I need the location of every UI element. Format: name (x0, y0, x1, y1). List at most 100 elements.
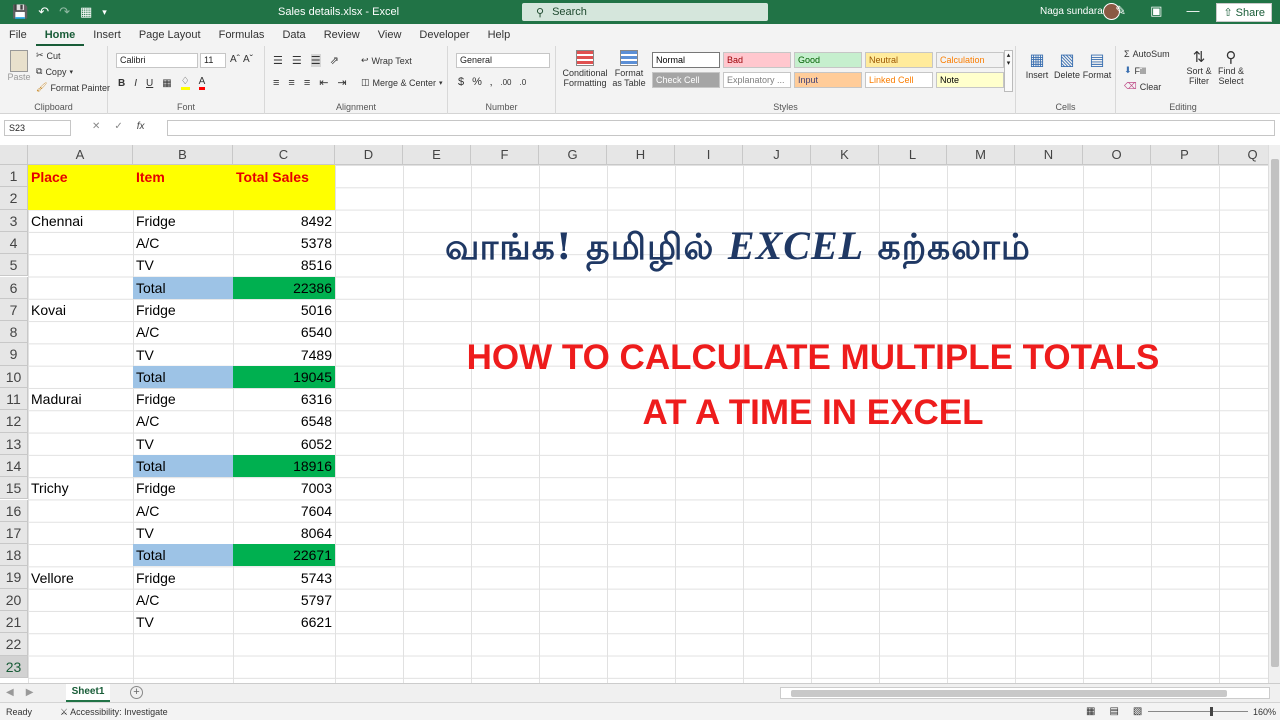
percent-icon[interactable]: % (472, 76, 482, 88)
row-header[interactable]: 17 (0, 521, 28, 545)
vertical-scroll-thumb[interactable] (1271, 159, 1279, 667)
cell-sales[interactable]: 8492 (233, 210, 335, 232)
cell-sales[interactable]: 6316 (233, 388, 335, 410)
increase-font-icon[interactable]: Aˆ (230, 54, 240, 65)
column-header[interactable]: G (539, 145, 607, 165)
zoom-level[interactable]: 160% (1253, 707, 1276, 717)
cell-place[interactable]: Chennai (28, 210, 133, 232)
sort-filter-button[interactable]: ⇅ Sort & Filter (1184, 48, 1214, 86)
cell-item[interactable]: A/C (133, 321, 233, 343)
style-check-cell[interactable]: Check Cell (652, 72, 720, 88)
cell-total-label[interactable]: Total (133, 454, 233, 478)
cell-item[interactable]: Fridge (133, 566, 233, 588)
add-sheet-icon[interactable]: + (130, 686, 143, 699)
decrease-indent-icon[interactable]: ⇤ (319, 76, 328, 89)
insert-function-icon[interactable]: fx (137, 121, 145, 132)
font-size-select[interactable]: 11 (200, 53, 226, 68)
next-sheet-icon[interactable]: ▶ (26, 687, 34, 698)
tab-home[interactable]: Home (35, 29, 85, 46)
enter-icon[interactable]: ✓ (114, 121, 122, 132)
underline-icon[interactable]: U (146, 78, 153, 89)
cell-total-value[interactable]: 18916 (233, 454, 335, 478)
row-header[interactable]: 13 (0, 432, 28, 455)
number-format-select[interactable]: General (456, 53, 550, 68)
cell-sales[interactable]: 5797 (233, 589, 335, 611)
cell-item[interactable]: A/C (133, 500, 233, 522)
format-as-table-button[interactable]: Format as Table (610, 50, 648, 88)
cell-total-value[interactable]: 19045 (233, 365, 335, 388)
zoom-slider[interactable] (1148, 707, 1248, 716)
cancel-icon[interactable]: ✕ (92, 121, 100, 132)
row-header[interactable]: 18 (0, 544, 28, 567)
page-layout-view-icon[interactable]: ▤ (1109, 706, 1118, 717)
row-header[interactable]: 8 (0, 321, 28, 344)
cell-place[interactable]: Trichy (28, 477, 133, 499)
zoom-slider-thumb[interactable] (1210, 707, 1213, 716)
minimize-icon[interactable]: — (1186, 3, 1199, 19)
tab-developer[interactable]: Developer (410, 29, 478, 46)
row-header[interactable]: 2 (0, 187, 28, 210)
merge-center-button[interactable]: ◫ Merge & Center ▾ (361, 77, 443, 88)
align-center-icon[interactable]: ≡ (288, 77, 294, 89)
align-bottom-icon[interactable]: ☰ (310, 54, 321, 67)
style-neutral[interactable]: Neutral (865, 52, 933, 68)
row-header[interactable]: 5 (0, 254, 28, 277)
row-header[interactable]: 12 (0, 410, 28, 433)
column-header[interactable]: C (233, 145, 335, 165)
fill-button[interactable]: ⬇ Fill (1124, 65, 1146, 76)
row-header[interactable]: 7 (0, 298, 28, 322)
tab-review[interactable]: Review (315, 29, 369, 46)
cell-total-label[interactable]: Total (133, 276, 233, 299)
undo-icon[interactable]: ↶ (38, 4, 49, 20)
column-header[interactable]: I (675, 145, 743, 165)
row-header[interactable]: 10 (0, 365, 28, 388)
accessibility-status[interactable]: ⚔ Accessibility: Investigate (60, 707, 168, 718)
find-select-button[interactable]: ⚲ Find & Select (1216, 48, 1246, 86)
autosum-button[interactable]: Σ AutoSum (1124, 49, 1170, 59)
cell-sales[interactable]: 6548 (233, 410, 335, 432)
cell-sales[interactable]: 7003 (233, 477, 335, 499)
style-good[interactable]: Good (794, 52, 862, 68)
format-painter-button[interactable]: 🖌 Format Painter (36, 82, 110, 93)
style-bad[interactable]: Bad (723, 52, 791, 68)
row-header[interactable]: 21 (0, 611, 28, 634)
tab-formulas[interactable]: Formulas (210, 29, 274, 46)
align-middle-icon[interactable]: ☰ (292, 54, 302, 67)
styles-scroll-icon[interactable]: ▴ ▾ (1004, 50, 1013, 92)
row-header[interactable]: 14 (0, 454, 28, 478)
format-cells-button[interactable]: ▤ Format (1082, 50, 1112, 80)
cell-item[interactable]: TV (133, 433, 233, 455)
cell-total-label[interactable]: Total (133, 544, 233, 567)
cell-place[interactable]: Vellore (28, 566, 133, 588)
cell-total-value[interactable]: 22386 (233, 276, 335, 299)
wrap-text-button[interactable]: ↩ Wrap Text (361, 55, 412, 66)
cell-sales[interactable]: 8516 (233, 254, 335, 276)
cell-place[interactable]: Madurai (28, 388, 133, 410)
row-header[interactable]: 16 (0, 499, 28, 522)
cell-item[interactable]: A/C (133, 232, 233, 254)
column-header[interactable]: Q (1219, 145, 1268, 165)
cell-sales[interactable]: 5016 (233, 299, 335, 321)
vertical-scrollbar[interactable] (1268, 145, 1280, 683)
font-name-select[interactable]: Calibri (116, 53, 198, 68)
cell-total-label[interactable]: Total (133, 365, 233, 388)
clear-button[interactable]: ⌫ Clear (1124, 81, 1161, 92)
customize-toolbar-icon[interactable]: ▾ (102, 7, 107, 18)
search-box[interactable]: ⚲ Search (522, 3, 768, 21)
row-header[interactable]: 23 (0, 655, 28, 678)
cell-item[interactable]: Fridge (133, 477, 233, 499)
currency-icon[interactable]: $ (458, 76, 464, 88)
font-color-icon[interactable]: A (198, 76, 206, 90)
form-icon[interactable]: ▦ (80, 4, 92, 20)
cell-sales[interactable]: 6052 (233, 433, 335, 455)
style-normal[interactable]: Normal (652, 52, 720, 68)
cell-item[interactable]: TV (133, 611, 233, 633)
share-button[interactable]: ⇧ Share (1216, 3, 1272, 22)
column-header[interactable]: K (811, 145, 879, 165)
ribbon-display-icon[interactable]: ▣ (1150, 3, 1162, 19)
pen-icon[interactable]: ✎ (1115, 3, 1126, 19)
column-header[interactable]: D (335, 145, 403, 165)
cell-sales[interactable]: 7604 (233, 500, 335, 522)
cell-sales[interactable]: 8064 (233, 522, 335, 544)
cell-sales[interactable]: 5378 (233, 232, 335, 254)
